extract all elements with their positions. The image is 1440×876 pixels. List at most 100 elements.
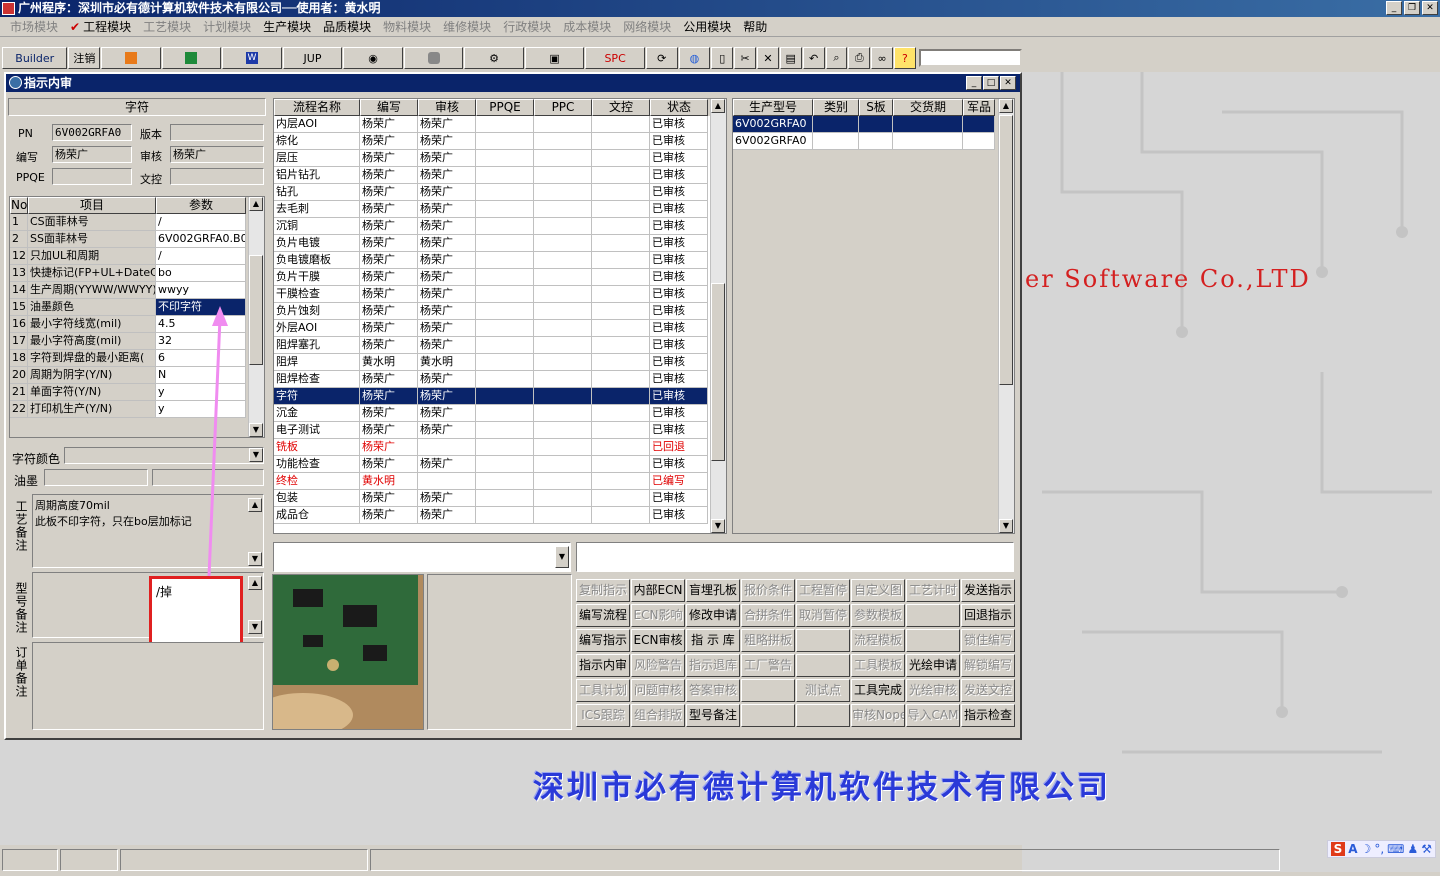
action-button-3-3[interactable]: 工厂警告 <box>741 654 795 677</box>
action-button-3-1[interactable]: 风险警告 <box>631 654 685 677</box>
close-button[interactable]: ✕ <box>1422 1 1438 15</box>
delete-button[interactable]: ✕ <box>757 47 779 69</box>
refresh-button[interactable]: ⟳ <box>645 47 678 69</box>
process-row[interactable]: 内层AOI 杨荣广 杨荣广 已审核 <box>274 116 726 133</box>
param-col-item[interactable]: 项目 <box>28 197 156 214</box>
computer-button[interactable]: ▣ <box>524 47 585 69</box>
ime-s-icon[interactable]: S <box>1330 842 1346 856</box>
cut-button[interactable]: ✂ <box>734 47 757 69</box>
model-scroll-down-icon[interactable]: ▼ <box>999 519 1013 533</box>
process-col-header[interactable]: 状态 <box>650 99 708 116</box>
order-note-field[interactable] <box>32 642 264 730</box>
lower-combo-dropdown-icon[interactable]: ▼ <box>555 546 569 568</box>
menu-item-0[interactable]: 市场模块 <box>4 18 64 35</box>
process-row[interactable]: 层压 杨荣广 杨荣广 已审核 <box>274 150 726 167</box>
minimize-button[interactable]: _ <box>1386 1 1402 15</box>
process-row[interactable]: 成品仓 杨荣广 杨荣广 已审核 <box>274 507 726 524</box>
action-button-2-7[interactable]: 锁住编写 <box>961 629 1015 652</box>
action-button-1-6[interactable] <box>906 604 960 627</box>
action-button-2-2[interactable]: 指 示 库 <box>686 629 740 652</box>
action-button-3-4[interactable] <box>796 654 850 677</box>
action-button-5-1[interactable]: 组合排版 <box>631 704 685 727</box>
undo-button[interactable]: ↶ <box>802 47 825 69</box>
menu-item-2[interactable]: 工艺模块 <box>137 18 197 35</box>
process-row[interactable]: 干膜检查 杨荣广 杨荣广 已审核 <box>274 286 726 303</box>
process-row[interactable]: 去毛刺 杨荣广 杨荣广 已审核 <box>274 201 726 218</box>
process-scrollbar[interactable]: ▲ ▼ <box>710 99 726 533</box>
punctuation-icon[interactable]: °, <box>1374 842 1384 856</box>
model-col-header[interactable]: 军品 <box>963 99 995 116</box>
action-button-5-3[interactable] <box>741 704 795 727</box>
char-color-dropdown-icon[interactable]: ▼ <box>249 448 263 462</box>
action-button-0-3[interactable]: 报价条件 <box>741 579 795 602</box>
process-row[interactable]: 沉铜 杨荣广 杨荣广 已审核 <box>274 218 726 235</box>
ink-field-1[interactable] <box>44 469 148 486</box>
param-scrollbar[interactable]: ▲ ▼ <box>248 197 264 437</box>
ime-a-icon[interactable]: A <box>1348 842 1357 856</box>
process-col-header[interactable]: PPC <box>534 99 592 116</box>
action-button-1-5[interactable]: 参数模板 <box>851 604 905 627</box>
process-row[interactable]: 棕化 杨荣广 杨荣广 已审核 <box>274 133 726 150</box>
action-button-0-6[interactable]: 工艺计时 <box>906 579 960 602</box>
model-note-scroll-down-icon[interactable]: ▼ <box>248 620 262 634</box>
database-button[interactable] <box>403 47 464 69</box>
version-field[interactable] <box>170 124 264 141</box>
process-row[interactable]: 钻孔 杨荣广 杨荣广 已审核 <box>274 184 726 201</box>
action-button-5-5[interactable]: 审核Nope <box>851 704 905 727</box>
process-row[interactable]: 负电镀磨板 杨荣广 杨荣广 已审核 <box>274 252 726 269</box>
pn-field[interactable]: 6V002GRFA0 <box>52 124 132 141</box>
help-button[interactable]: ? <box>893 47 916 69</box>
process-row[interactable]: 字符 杨荣广 杨荣广 已审核 <box>274 388 726 405</box>
action-button-2-1[interactable]: ECN审核 <box>631 629 685 652</box>
logout-button[interactable]: 注销 <box>68 47 101 69</box>
eye-button[interactable]: ◉ <box>343 47 403 69</box>
action-button-1-3[interactable]: 合拼条件 <box>741 604 795 627</box>
save-button[interactable]: ▤ <box>779 47 802 69</box>
process-row[interactable]: 负片电镀 杨荣广 杨荣广 已审核 <box>274 235 726 252</box>
action-button-4-5[interactable]: 工具完成 <box>851 679 905 702</box>
menu-item-1[interactable]: ✔ 工程模块 <box>64 18 137 35</box>
param-row[interactable]: 2 SS面菲林号 6V002GRFA0.B0 <box>10 231 264 248</box>
print-button[interactable]: ⎙ <box>848 47 871 69</box>
ppt-button[interactable] <box>101 47 161 69</box>
process-col-header[interactable]: 审核 <box>418 99 476 116</box>
find-button[interactable]: ∞ <box>871 47 893 69</box>
param-row[interactable]: 13 快捷标记(FP+UL+DateCo bo <box>10 265 264 282</box>
action-button-0-1[interactable]: 内部ECN <box>631 579 685 602</box>
scroll-thumb[interactable] <box>249 255 263 365</box>
process-col-header[interactable]: 编写 <box>360 99 418 116</box>
moon-icon[interactable]: ☽ <box>1361 842 1372 856</box>
action-button-3-7[interactable]: 解锁编写 <box>961 654 1015 677</box>
preview-button[interactable]: ⌕ <box>825 47 848 69</box>
action-button-4-4[interactable]: 测试点 <box>796 679 850 702</box>
toolbar-combo[interactable] <box>918 49 1022 67</box>
ppqe-field[interactable] <box>52 168 132 185</box>
process-col-header[interactable]: 文控 <box>592 99 650 116</box>
process-row[interactable]: 阻焊检查 杨荣广 杨荣广 已审核 <box>274 371 726 388</box>
action-button-3-6[interactable]: 光绘申请 <box>906 654 960 677</box>
action-button-5-0[interactable]: ICS跟踪 <box>576 704 630 727</box>
action-button-5-7[interactable]: 指示检查 <box>961 704 1015 727</box>
menu-item-4[interactable]: 生产模块 <box>257 18 317 35</box>
param-row[interactable]: 1 CS面菲林号 / <box>10 214 264 231</box>
menu-item-12[interactable]: 帮助 <box>737 18 773 35</box>
scroll-down-icon[interactable]: ▼ <box>249 423 263 437</box>
model-note-scroll-up-icon[interactable]: ▲ <box>248 576 262 590</box>
lower-combo[interactable] <box>273 542 571 572</box>
child-close-button[interactable]: ✕ <box>1000 76 1016 90</box>
spc-button[interactable]: SPC <box>585 47 645 69</box>
model-row[interactable]: 6V002GRFA0 <box>733 133 1014 150</box>
action-button-2-4[interactable] <box>796 629 850 652</box>
action-button-2-0[interactable]: 编写指示 <box>576 629 630 652</box>
menu-item-8[interactable]: 行政模块 <box>497 18 557 35</box>
process-row[interactable]: 铣板 杨荣广 已回退 <box>274 439 726 456</box>
action-button-0-5[interactable]: 自定义图 <box>851 579 905 602</box>
process-note-scroll-up-icon[interactable]: ▲ <box>248 498 262 512</box>
process-note-scroll-down-icon[interactable]: ▼ <box>248 552 262 566</box>
model-scroll-up-icon[interactable]: ▲ <box>999 99 1013 113</box>
process-row[interactable]: 沉金 杨荣广 杨荣广 已审核 <box>274 405 726 422</box>
model-scrollbar[interactable]: ▲ ▼ <box>998 99 1014 533</box>
action-button-5-6[interactable]: 导入CAM <box>906 704 960 727</box>
app-icon[interactable] <box>2 2 15 15</box>
wrench-icon[interactable]: ⚒ <box>1421 842 1432 856</box>
